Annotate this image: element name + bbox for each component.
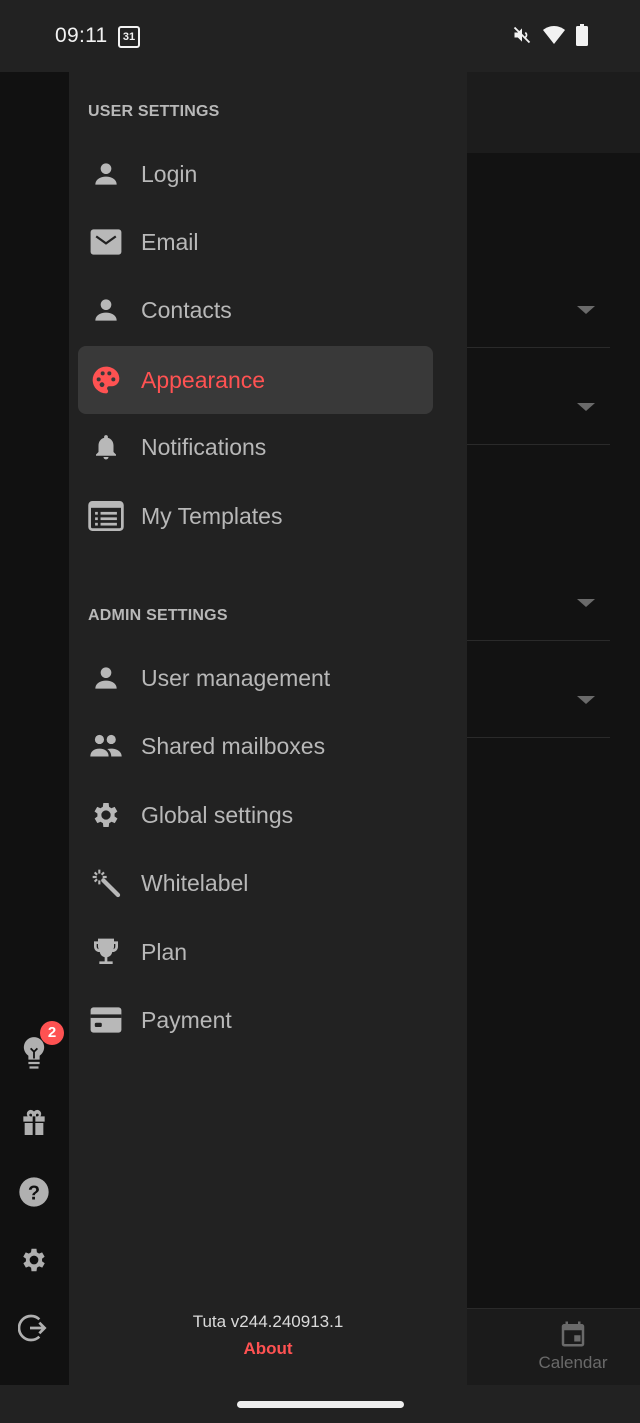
nav-label: Notifications [141,433,267,460]
calendar-notification-icon: 31 [118,26,140,48]
bottom-nav-calendar: Calendar [523,1317,623,1373]
background-dropdown-row [467,348,610,445]
user-settings-heading: USER SETTINGS [88,103,220,120]
dropdown-caret-icon [577,696,595,704]
magic-wand-icon [88,865,124,901]
about-link[interactable]: About [69,1339,467,1359]
nav-label: Plan [141,938,188,965]
background-dropdown-row [467,641,610,738]
nav-label: Login [141,160,198,187]
logout-icon [18,1314,47,1342]
nav-label: Shared mailboxes [141,732,326,759]
nav-item-user-management[interactable]: User management [78,644,433,712]
nav-item-plan[interactable]: Plan [78,918,433,986]
admin-settings-heading: ADMIN SETTINGS [88,607,228,624]
list-box-icon [88,498,124,534]
person-icon [88,292,124,328]
nav-item-whitelabel[interactable]: Whitelabel [78,849,433,917]
palette-icon [88,362,124,398]
nav-label: Payment [141,1006,232,1033]
help-icon: ? [19,1177,49,1207]
dropdown-caret-icon [577,403,595,411]
credit-card-icon [88,1002,124,1038]
gift-icon [23,1109,45,1135]
nav-label: Global settings [141,801,294,828]
nav-item-email[interactable]: Email [78,208,433,276]
logout-button[interactable] [14,1308,54,1348]
mute-icon [513,26,531,44]
settings-button[interactable] [14,1240,54,1280]
nav-label: Appearance [141,366,266,393]
nav-item-notifications[interactable]: Notifications [78,413,433,481]
nav-item-appearance[interactable]: Appearance [78,346,433,414]
nav-item-my-templates[interactable]: My Templates [78,482,433,550]
dropdown-caret-icon [577,306,595,314]
trophy-icon [88,934,124,970]
nav-label: Contacts [141,296,232,323]
svg-text:?: ? [28,1182,40,1204]
background-dropdown-row [467,250,610,348]
calendar-icon [561,1321,585,1347]
nav-label: User management [141,664,331,691]
settings-icon [23,1248,45,1272]
nav-item-shared-mailboxes[interactable]: Shared mailboxes [78,712,433,780]
app-version: Tuta v244.240913.1 [192,1312,344,1331]
tips-badge: 2 [40,1021,64,1045]
battery-icon [576,24,588,46]
people-icon [88,728,124,764]
nav-item-login[interactable]: Login [78,140,433,208]
nav-item-payment[interactable]: Payment [78,986,433,1054]
gift-button[interactable] [14,1103,54,1143]
mail-icon [88,224,124,260]
nav-item-global-settings[interactable]: Global settings [78,781,433,849]
dropdown-caret-icon [577,599,595,607]
nav-item-contacts[interactable]: Contacts [78,276,433,344]
status-time: 09:11 [55,24,108,47]
background-bottom-nav: Calendar [467,1308,640,1385]
nav-label: Email [141,228,199,255]
gesture-handle[interactable] [237,1401,404,1408]
settings-drawer: USER SETTINGS Login Email Contacts Appea… [69,72,467,1385]
nav-label: My Templates [141,502,283,529]
help-button[interactable]: ? [14,1172,54,1212]
nav-label: Whitelabel [141,869,249,896]
background-dropdown-row [467,544,610,641]
status-bar: 09:11 31 [0,0,640,72]
person-icon [88,156,124,192]
bottom-nav-calendar-label: Calendar [538,1353,608,1372]
wifi-icon [543,26,565,44]
person-icon [88,660,124,696]
background-header [467,72,640,153]
gear-icon [88,797,124,833]
bell-icon [88,429,124,465]
